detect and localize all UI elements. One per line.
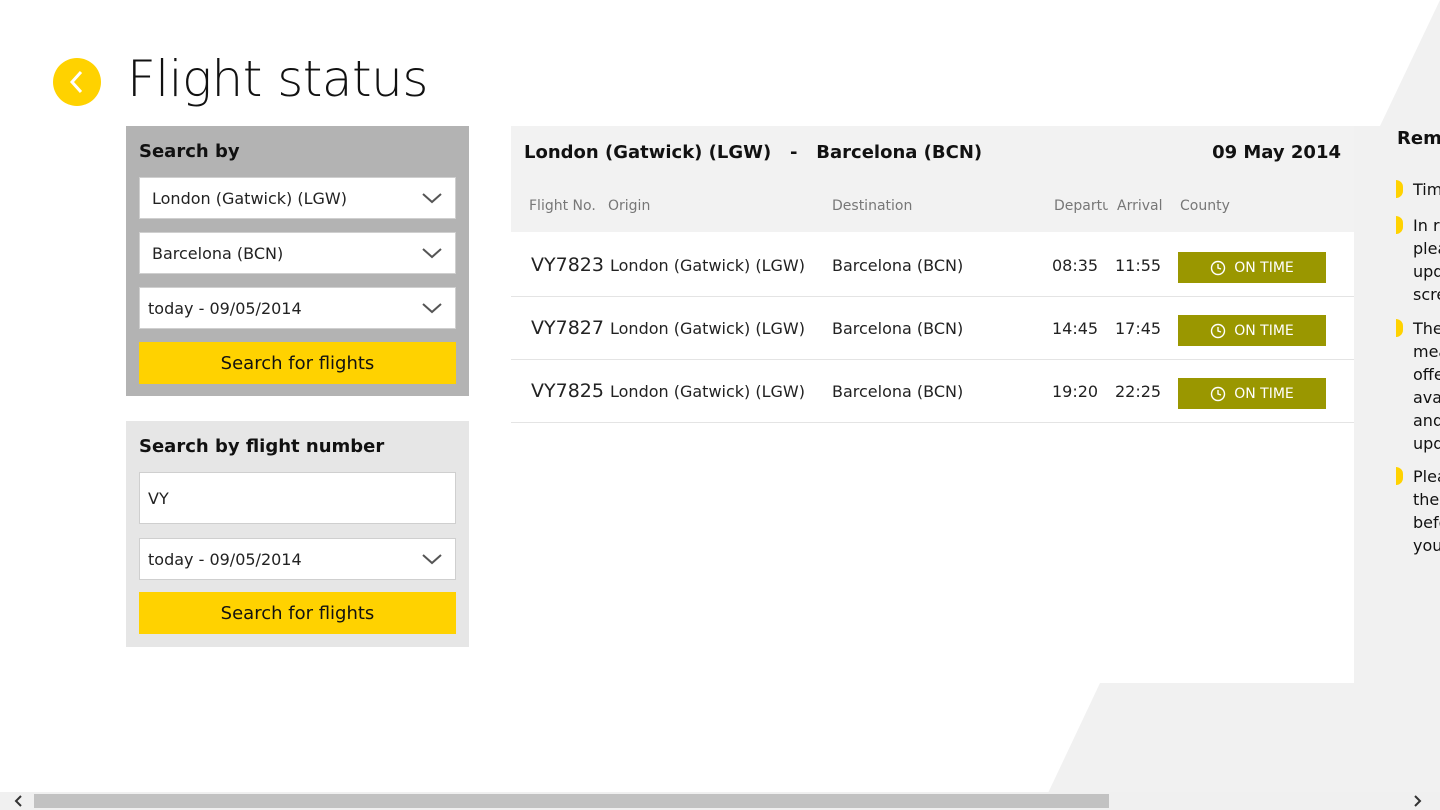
chevron-down-icon bbox=[422, 303, 442, 314]
chevron-down-icon bbox=[422, 248, 442, 259]
remember-line: upd bbox=[1413, 434, 1440, 453]
results-date: 09 May 2014 bbox=[1212, 142, 1341, 163]
col-destination: Destination bbox=[832, 198, 913, 214]
search-by-number-title: Search by flight number bbox=[139, 436, 385, 457]
destination: Barcelona (BCN) bbox=[832, 319, 964, 338]
page-title: Flight status bbox=[127, 50, 428, 108]
flight-number-value: VY bbox=[148, 488, 169, 508]
col-origin: Origin bbox=[608, 198, 651, 214]
flight-number-input[interactable]: VY bbox=[139, 472, 456, 524]
date-select[interactable]: today - 09/05/2014 bbox=[139, 287, 456, 329]
clock-icon bbox=[1211, 386, 1226, 401]
table-row[interactable]: VY7827 London (Gatwick) (LGW) Barcelona … bbox=[511, 297, 1354, 360]
remember-item-4: Plea the befo you bbox=[1413, 465, 1440, 557]
date-value: today - 09/05/2014 bbox=[148, 298, 302, 318]
destination-value: Barcelona (BCN) bbox=[152, 243, 284, 263]
remember-line: the bbox=[1413, 490, 1440, 509]
arrival-time: 22:25 bbox=[1115, 382, 1162, 401]
departure-time: 14:45 bbox=[1052, 319, 1099, 338]
scroll-right-arrow-icon[interactable] bbox=[1408, 792, 1426, 810]
status-badge: ON TIME bbox=[1178, 378, 1326, 409]
origin: London (Gatwick) (LGW) bbox=[610, 382, 805, 401]
flight-number: VY7825 bbox=[531, 380, 604, 402]
chevron-down-icon bbox=[422, 554, 442, 565]
remember-line: Tim bbox=[1413, 180, 1440, 199]
scroll-left-arrow-icon[interactable] bbox=[10, 792, 28, 810]
remember-line: ava bbox=[1413, 388, 1440, 407]
search-flights-button[interactable]: Search for flights bbox=[139, 342, 456, 384]
back-button[interactable] bbox=[53, 58, 101, 106]
arrival-time: 17:45 bbox=[1115, 319, 1162, 338]
origin: London (Gatwick) (LGW) bbox=[610, 319, 805, 338]
remember-line: you bbox=[1413, 536, 1440, 555]
flight-date-select[interactable]: today - 09/05/2014 bbox=[139, 538, 456, 580]
remember-line: befo bbox=[1413, 513, 1440, 532]
origin: London (Gatwick) (LGW) bbox=[610, 256, 805, 275]
status-badge: ON TIME bbox=[1178, 315, 1326, 346]
origin-value: London (Gatwick) (LGW) bbox=[152, 188, 347, 208]
search-by-title: Search by bbox=[139, 141, 240, 162]
status-text: ON TIME bbox=[1234, 385, 1294, 402]
chevron-left-icon bbox=[69, 70, 83, 94]
chevron-down-icon bbox=[422, 193, 442, 204]
origin-select[interactable]: London (Gatwick) (LGW) bbox=[139, 177, 456, 219]
remember-line: The bbox=[1413, 319, 1440, 338]
remember-line: plea bbox=[1413, 239, 1440, 258]
arrival-time: 11:55 bbox=[1115, 256, 1162, 275]
destination-select[interactable]: Barcelona (BCN) bbox=[139, 232, 456, 274]
destination: Barcelona (BCN) bbox=[832, 382, 964, 401]
departure-time: 08:35 bbox=[1052, 256, 1099, 275]
results-panel: London (Gatwick) (LGW) - Barcelona (BCN)… bbox=[511, 126, 1354, 683]
table-row[interactable]: VY7825 London (Gatwick) (LGW) Barcelona … bbox=[511, 360, 1354, 423]
remember-line: scre bbox=[1413, 285, 1440, 304]
remember-line: offe bbox=[1413, 365, 1440, 384]
flight-number: VY7823 bbox=[531, 254, 604, 276]
flight-date-value: today - 09/05/2014 bbox=[148, 549, 302, 569]
col-arrival: Arrival bbox=[1117, 198, 1163, 214]
status-text: ON TIME bbox=[1234, 322, 1294, 339]
search-flights-by-number-button[interactable]: Search for flights bbox=[139, 592, 456, 634]
remember-title: Reme bbox=[1397, 128, 1440, 149]
remember-item-1: Tim bbox=[1413, 178, 1440, 201]
departure-time: 19:20 bbox=[1052, 382, 1099, 401]
horizontal-scrollbar[interactable] bbox=[0, 792, 1440, 810]
route-title: London (Gatwick) (LGW) - Barcelona (BCN) bbox=[524, 142, 983, 163]
clock-icon bbox=[1211, 260, 1226, 275]
col-flight-no: Flight No. bbox=[529, 198, 596, 214]
col-status: County bbox=[1180, 198, 1230, 214]
destination: Barcelona (BCN) bbox=[832, 256, 964, 275]
remember-line: upd bbox=[1413, 262, 1440, 281]
remember-line: mea bbox=[1413, 342, 1440, 361]
col-departure: Departu bbox=[1054, 198, 1108, 214]
scrollbar-thumb[interactable] bbox=[34, 794, 1109, 808]
remember-item-2: In r plea upd scre bbox=[1413, 214, 1440, 306]
status-badge: ON TIME bbox=[1178, 252, 1326, 283]
table-row[interactable]: VY7823 London (Gatwick) (LGW) Barcelona … bbox=[511, 234, 1354, 297]
remember-item-3: The mea offe ava and upd bbox=[1413, 317, 1440, 455]
clock-icon bbox=[1211, 323, 1226, 338]
flight-number: VY7827 bbox=[531, 317, 604, 339]
remember-line: and bbox=[1413, 411, 1440, 430]
remember-line: In r bbox=[1413, 216, 1440, 235]
results-header: London (Gatwick) (LGW) - Barcelona (BCN)… bbox=[511, 126, 1354, 232]
status-text: ON TIME bbox=[1234, 259, 1294, 276]
search-by-panel: Search by London (Gatwick) (LGW) Barcelo… bbox=[126, 126, 469, 396]
remember-line: Plea bbox=[1413, 467, 1440, 486]
search-by-number-panel: Search by flight number VY today - 09/05… bbox=[126, 421, 469, 647]
